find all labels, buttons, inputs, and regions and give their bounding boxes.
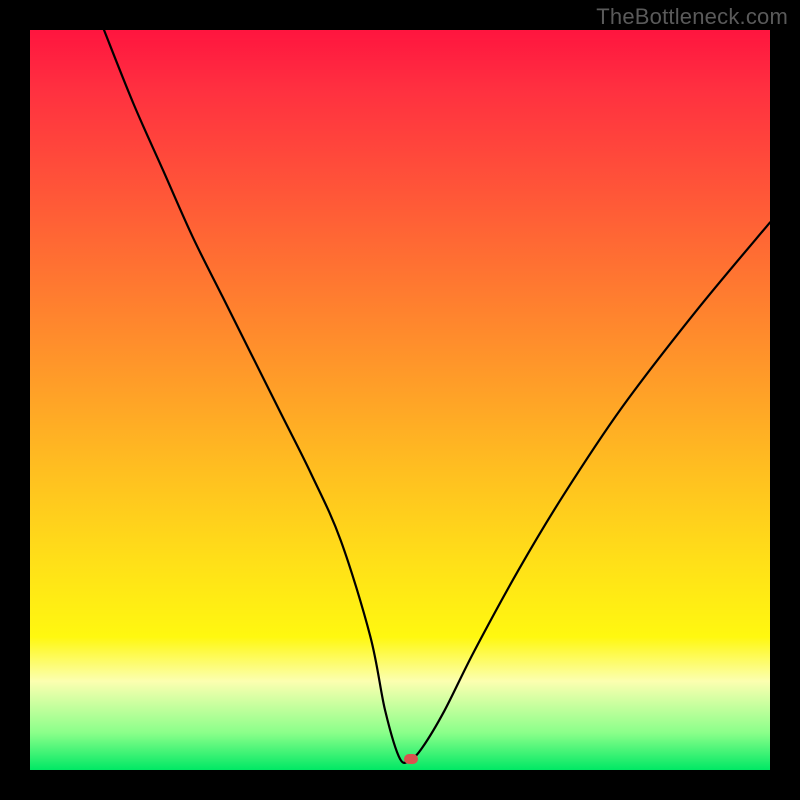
- optimal-point-marker: [404, 754, 418, 764]
- curve-svg: [30, 30, 770, 770]
- chart-frame: TheBottleneck.com: [0, 0, 800, 800]
- watermark-text: TheBottleneck.com: [596, 4, 788, 30]
- plot-area: [30, 30, 770, 770]
- bottleneck-curve-path: [104, 30, 770, 763]
